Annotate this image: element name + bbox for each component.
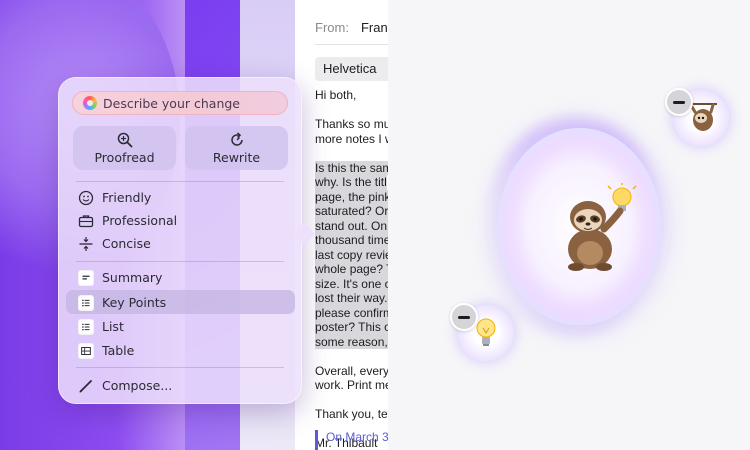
summary-icon <box>78 270 94 286</box>
table-icon <box>78 343 94 359</box>
concise-label: Concise <box>102 236 151 251</box>
lightbulb-icon <box>476 318 496 346</box>
apple-intelligence-icon <box>83 96 97 110</box>
summary-label: Summary <box>102 270 163 285</box>
remove-lightbulb-button[interactable] <box>450 303 478 331</box>
table-label: Table <box>102 343 135 358</box>
compose-option[interactable]: Compose... <box>76 375 288 397</box>
rewrite-button[interactable]: Rewrite <box>185 126 288 170</box>
list-label: List <box>102 319 124 334</box>
mail-selected-line: size. It's one o <box>315 276 388 291</box>
popover-divider <box>76 367 284 368</box>
rewrite-label: Rewrite <box>212 150 261 165</box>
concise-option[interactable]: Concise <box>76 233 288 255</box>
popover-divider <box>76 261 284 262</box>
key-points-list-icon <box>78 295 94 311</box>
mail-body[interactable]: Hi both, Thanks so muc more notes I w Is… <box>315 88 388 450</box>
mail-selected-line: why. Is the titl <box>315 175 387 190</box>
proofread-label: Proofread <box>94 150 155 165</box>
mail-selected-line: please confirm <box>315 305 388 320</box>
compose-label: Compose... <box>102 378 173 393</box>
mail-selected-line: poster? This o <box>315 320 388 335</box>
font-selector[interactable]: Helvetica <box>315 57 388 81</box>
from-row: From: Fran <box>315 20 388 35</box>
mail-selected-line: page, the pinks <box>315 189 388 204</box>
list-icon <box>78 319 94 335</box>
smile-face-icon <box>78 190 94 206</box>
proofread-button[interactable]: Proofread <box>73 126 176 170</box>
proofread-magnifier-icon <box>117 132 133 148</box>
describe-placeholder: Describe your change <box>103 96 240 111</box>
table-option[interactable]: Table <box>76 340 288 362</box>
briefcase-icon <box>78 215 94 228</box>
mail-selected-line: thousand times <box>315 233 388 248</box>
from-label: From: <box>315 20 349 35</box>
mail-line: Thanks so muc <box>315 117 388 131</box>
mail-line: more notes I w <box>315 131 388 146</box>
describe-change-input[interactable]: Describe your change <box>72 91 288 115</box>
mail-line: Overall, everyt <box>315 363 388 378</box>
mail-selected-line: Is this the sam <box>315 160 388 175</box>
list-option[interactable]: List <box>76 316 288 338</box>
mail-selected-line: saturated? Or <box>315 204 388 219</box>
friendly-label: Friendly <box>102 190 152 205</box>
mail-selected-line: some reason, t <box>315 334 388 349</box>
header-divider <box>315 44 388 45</box>
rewrite-arrow-icon <box>231 132 243 146</box>
compose-pencil-icon <box>79 380 92 393</box>
mail-selected-line: whole page? T <box>315 262 388 277</box>
mail-selected-line: stand out. On p <box>315 218 388 233</box>
mail-compose-pane: From: Fran Helvetica Hi both, Thanks so m… <box>295 0 388 450</box>
mail-selected-line: last copy revie <box>315 247 388 262</box>
mail-line: work. Print me <box>315 378 388 392</box>
key-points-option[interactable]: Key Points <box>66 290 295 314</box>
concise-icon <box>79 237 93 251</box>
mail-selected-line: lost their way. I <box>315 291 388 306</box>
mail-greeting: Hi both, <box>315 88 357 102</box>
sloth-lightbulb-icon <box>568 183 637 271</box>
professional-option[interactable]: Professional <box>76 210 288 232</box>
remove-sloth-button[interactable] <box>665 88 693 116</box>
image-playground-area <box>388 0 750 450</box>
summary-option[interactable]: Summary <box>76 267 288 289</box>
from-sender[interactable]: Fran <box>361 20 388 35</box>
mail-closing: Thank you, tea <box>315 407 388 421</box>
key-points-label: Key Points <box>102 295 167 310</box>
friendly-option[interactable]: Friendly <box>76 187 288 209</box>
quoted-reply: On March 31 <box>315 430 388 450</box>
professional-label: Professional <box>102 213 178 228</box>
popover-divider <box>76 181 284 182</box>
